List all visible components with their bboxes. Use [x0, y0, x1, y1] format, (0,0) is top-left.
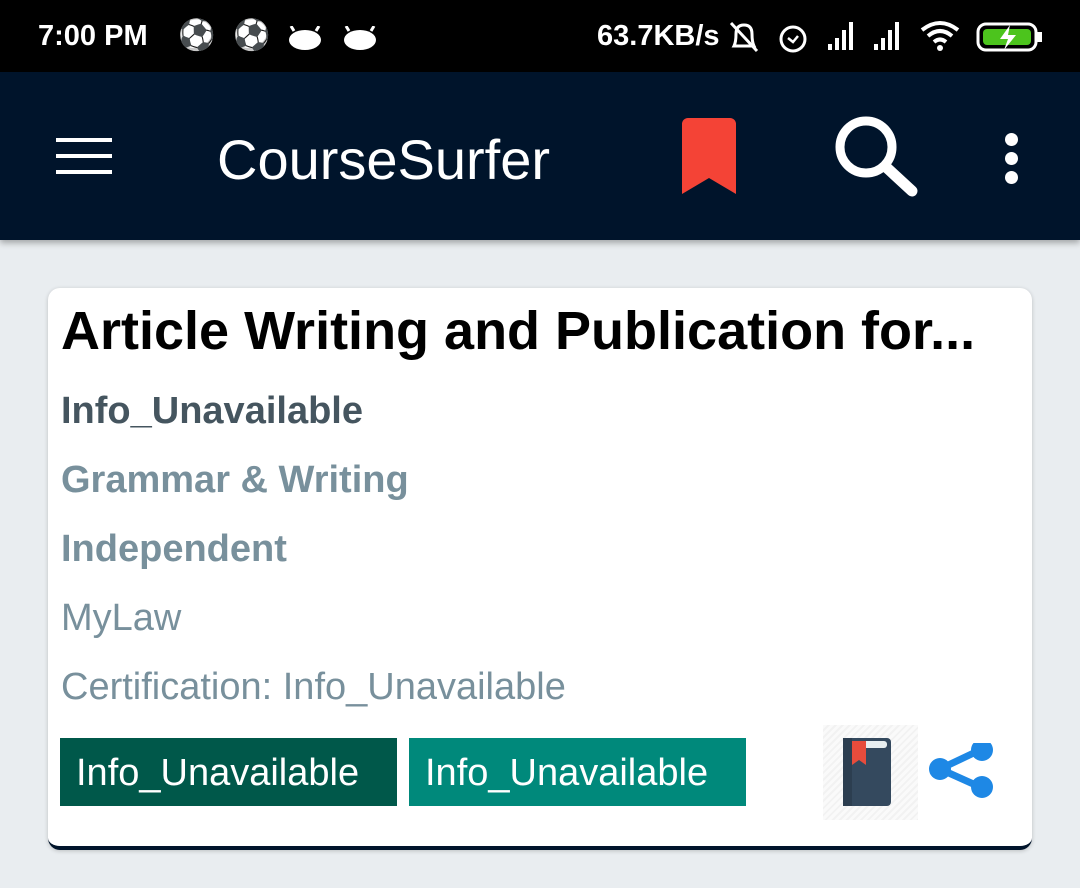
- course-author: Info_Unavailable: [61, 390, 363, 432]
- share-icon[interactable]: [928, 739, 998, 808]
- course-card[interactable]: Article Writing and Publication for... I…: [48, 288, 1032, 850]
- more-options-icon[interactable]: [1005, 133, 1018, 190]
- network-speed: 63.7KB/s: [597, 20, 720, 52]
- soccer-ball-icon: ⚽: [233, 19, 271, 52]
- course-title: Article Writing and Publication for...: [61, 301, 976, 361]
- bell-off-icon: [728, 20, 760, 62]
- course-type: Independent: [61, 528, 287, 570]
- menu-icon[interactable]: [56, 138, 112, 174]
- battery-charging-icon: [976, 22, 1044, 60]
- app-title: CourseSurfer: [217, 128, 551, 191]
- status-bar: 7:00 PM ⚽ ⚽ 63.7KB/s: [0, 0, 1080, 72]
- tag-badge: Info_Unavailable: [409, 738, 746, 806]
- wifi-icon: [920, 20, 960, 60]
- status-time: 7:00 PM: [38, 20, 148, 52]
- course-certification: Certification: Info_Unavailable: [61, 666, 566, 708]
- signal-icon: [826, 22, 856, 58]
- course-category: Grammar & Writing: [61, 459, 409, 501]
- alarm-icon: [776, 20, 810, 62]
- signal-icon: [872, 22, 902, 58]
- android-icon: [343, 24, 377, 58]
- soccer-ball-icon: ⚽: [178, 19, 216, 52]
- save-course-button[interactable]: [823, 725, 918, 820]
- android-icon: [288, 24, 322, 58]
- bookmark-icon[interactable]: [682, 118, 736, 199]
- search-icon[interactable]: [834, 115, 918, 202]
- tag-badge: Info_Unavailable: [60, 738, 397, 806]
- course-provider: MyLaw: [61, 597, 182, 639]
- book-icon: [843, 738, 891, 806]
